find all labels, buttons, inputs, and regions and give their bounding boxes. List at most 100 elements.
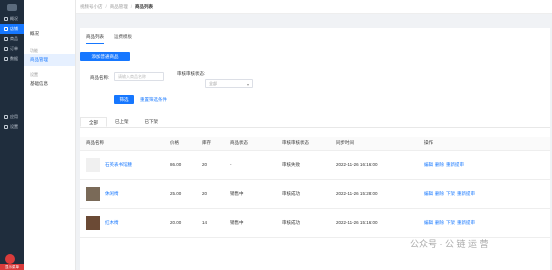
nav-label: 设置 — [10, 124, 18, 129]
resubmit-link[interactable]: 重新提审 — [446, 162, 464, 168]
product-table: 商品名称 价格 库存 商品状态 审核审核状态 同步时间 操作 石英表书馆腰 86… — [80, 137, 550, 238]
resubmit-link[interactable]: 重新提审 — [457, 191, 475, 197]
add-product-button[interactable]: 添加普通商品 — [80, 52, 130, 61]
product-link[interactable]: 石英表书馆腰 — [105, 162, 132, 168]
product-thumbnail — [86, 186, 100, 201]
cell-ops: 编辑 删除 下架 重新提审 — [418, 179, 550, 209]
breadcrumb: 视频号小店 / 商品管理 / 商品列表 — [76, 0, 552, 14]
column-header: 商品状态 — [224, 137, 276, 151]
cell-price: 20.00 — [164, 208, 196, 238]
breadcrumb-separator: / — [105, 4, 107, 9]
table-header-row: 商品名称 价格 库存 商品状态 审核审核状态 同步时间 操作 — [80, 137, 550, 151]
take-down-link[interactable]: 下架 — [446, 191, 455, 197]
audit-status-select[interactable]: 全部 ▾ — [205, 79, 253, 88]
cell-name: 休闲椅 — [80, 179, 164, 209]
cell-stock: 20 — [196, 150, 224, 180]
app-logo — [0, 0, 24, 14]
cell-audit: 审核成功 — [276, 179, 330, 209]
audit-status-value: 全部 — [209, 81, 217, 86]
product-link[interactable]: 休闲椅 — [105, 191, 119, 197]
cell-stock: 20 — [196, 179, 224, 209]
cell-ops: 编辑 删除 重新提审 — [418, 150, 550, 180]
cell-price: 86.00 — [164, 150, 196, 180]
row-actions: 编辑 删除 重新提审 — [424, 162, 550, 168]
nav-item-overview[interactable]: 概况 — [0, 14, 24, 24]
subnav-item-basic-info[interactable]: 基础信息 — [24, 78, 75, 90]
delete-link[interactable]: 删除 — [435, 220, 444, 226]
subnav-item-overview[interactable]: 概况 — [24, 28, 75, 40]
secondary-sidebar: 概况 功能 商品管理 设置 基础信息 — [24, 0, 76, 270]
column-header: 价格 — [164, 137, 196, 151]
overview-icon — [4, 17, 8, 21]
cell-price: 25.00 — [164, 179, 196, 209]
breadcrumb-separator: / — [130, 4, 133, 9]
nav-item-store[interactable]: 店铺 — [0, 24, 24, 34]
product-thumbnail — [86, 157, 100, 172]
edit-link[interactable]: 编辑 — [424, 162, 433, 168]
cell-audit: 审核失败 — [276, 150, 330, 180]
column-header: 库存 — [196, 137, 224, 151]
nav-item-goods[interactable]: 商品 — [0, 34, 24, 44]
delete-link[interactable]: 删除 — [435, 191, 444, 197]
resubmit-link[interactable]: 重新提审 — [457, 220, 475, 226]
nav-label: 数据 — [10, 56, 18, 61]
status-tab-off-shelf[interactable]: 已下架 — [137, 117, 167, 127]
breadcrumb-shop[interactable]: 视频号小店 — [80, 4, 103, 10]
cell-audit: 审核成功 — [276, 208, 330, 238]
subnav-item-goods-management[interactable]: 商品管理 — [24, 54, 75, 66]
breadcrumb-section[interactable]: 商品管理 — [110, 4, 128, 10]
table-row: 红木椅 20.00 14 销售中 审核成功 2022-11-26 15:16:0… — [80, 208, 550, 238]
product-name-label: 商品名称: — [90, 75, 110, 80]
cell-name: 红木椅 — [80, 208, 164, 238]
cell-stock: 14 — [196, 208, 224, 238]
nav-item-apps[interactable]: 应用 — [0, 112, 24, 122]
nav-label: 店铺 — [10, 26, 18, 31]
edit-link[interactable]: 编辑 — [424, 220, 433, 226]
row-actions: 编辑 删除 下架 重新提审 — [424, 220, 550, 226]
nav-item-orders[interactable]: 订单 — [0, 44, 24, 54]
audit-status-label: 审核审核状态: — [177, 71, 206, 76]
reset-filters-button[interactable]: 重置筛选条件 — [140, 95, 190, 104]
avatar[interactable] — [5, 254, 15, 264]
nav-item-data[interactable]: 数据 — [0, 54, 24, 64]
column-header: 操作 — [418, 137, 550, 151]
column-header: 商品名称 — [80, 137, 164, 151]
product-link[interactable]: 红木椅 — [105, 220, 119, 226]
nav-bottom: 显示菜单 — [0, 252, 24, 270]
main-panel: 商品列表 运费模板 添加普通商品 商品名称: 请输入商品名称 审核审核状态: 全… — [80, 28, 550, 270]
cell-name: 石英表书馆腰 — [80, 150, 164, 180]
status-tab-all[interactable]: 全部 — [80, 117, 107, 127]
filter-button[interactable]: 筛选 — [114, 95, 134, 104]
logo-icon — [7, 3, 17, 11]
subnav-spacer — [24, 0, 75, 28]
nav-label: 订单 — [10, 46, 18, 51]
status-tab-on-shelf[interactable]: 已上架 — [107, 117, 137, 127]
nav-item-settings[interactable]: 设置 — [0, 122, 24, 132]
chevron-down-icon: ▾ — [246, 82, 249, 87]
data-icon — [4, 57, 8, 61]
breadcrumb-current: 商品列表 — [135, 3, 154, 9]
product-name-input[interactable]: 请输入商品名称 — [114, 72, 164, 81]
cell-status: 销售中 — [224, 179, 276, 209]
cell-status: - — [224, 150, 276, 180]
table-row: 休闲椅 25.00 20 销售中 审核成功 2022-11-26 15:28:0… — [80, 179, 550, 209]
tab-freight-template[interactable]: 运费模板 — [114, 34, 132, 44]
primary-sidebar: 概况 店铺 商品 订单 数据 应用 设置 显示菜单 — [0, 0, 24, 270]
cell-ops: 编辑 删除 下架 重新提审 — [418, 208, 550, 238]
nav-label: 概况 — [10, 16, 18, 21]
product-name: 休闲椅 — [86, 186, 164, 201]
take-down-link[interactable]: 下架 — [446, 220, 455, 226]
edit-link[interactable]: 编辑 — [424, 191, 433, 197]
tab-goods-list[interactable]: 商品列表 — [86, 34, 104, 44]
product-thumbnail — [86, 215, 100, 230]
show-menu-label[interactable]: 显示菜单 — [0, 264, 24, 270]
product-name: 红木椅 — [86, 215, 164, 230]
order-icon — [4, 47, 8, 51]
nav-label: 应用 — [10, 114, 18, 119]
row-actions: 编辑 删除 下架 重新提审 — [424, 191, 550, 197]
delete-link[interactable]: 删除 — [435, 162, 444, 168]
product-name: 石英表书馆腰 — [86, 157, 164, 172]
column-header: 同步时间 — [330, 137, 418, 151]
status-tabs: 全部 已上架 已下架 — [80, 117, 550, 128]
